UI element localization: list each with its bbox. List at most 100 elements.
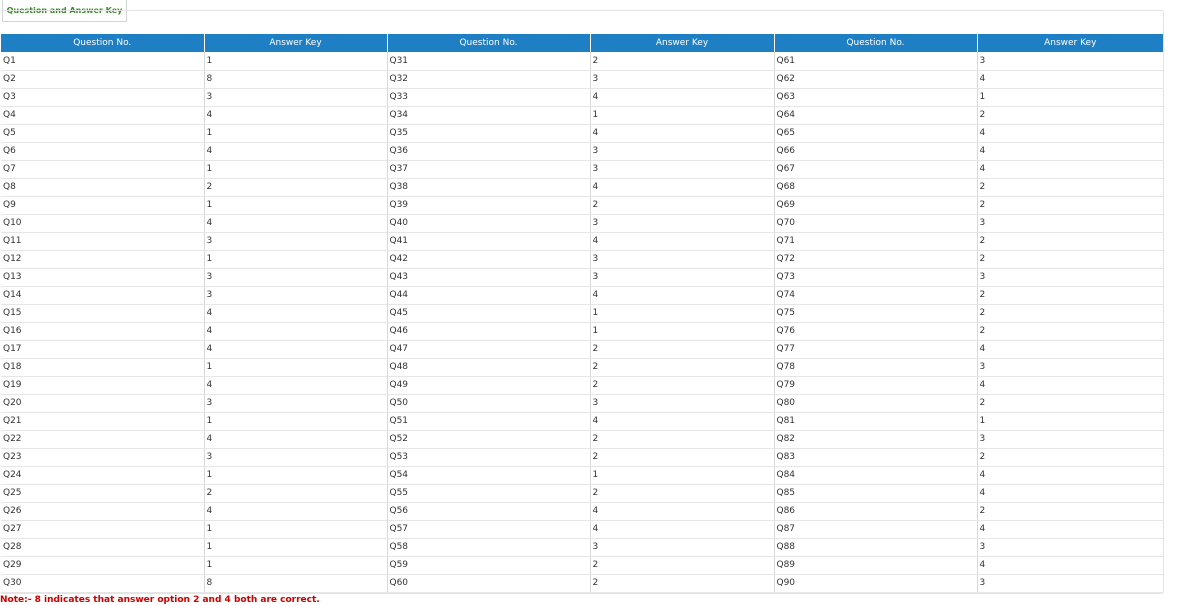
table-row: Q11 3 Q41 4 Q71 2 [1, 232, 1163, 251]
answer-key-cell: 1 [204, 52, 388, 71]
question-no-cell: Q45 [387, 304, 591, 323]
answer-key-cell: 4 [204, 304, 388, 323]
answer-key-cell: 1 [204, 160, 388, 179]
answer-key-cell: 4 [977, 70, 1163, 89]
answer-key-cell: 2 [590, 556, 775, 575]
answer-key-cell: 3 [204, 448, 388, 467]
question-no-cell: Q72 [774, 250, 978, 269]
answer-key-cell: 4 [204, 214, 388, 233]
answer-key-cell: 4 [977, 160, 1163, 179]
question-no-cell: Q4 [1, 106, 205, 125]
question-no-cell: Q77 [774, 340, 978, 359]
table-row: Q6 4 Q36 3 Q66 4 [1, 142, 1163, 161]
answer-key-cell: 4 [590, 232, 775, 251]
answer-key-cell: 4 [204, 430, 388, 449]
table-row: Q10 4 Q40 3 Q70 3 [1, 214, 1163, 233]
answer-key-cell: 3 [590, 160, 775, 179]
question-no-cell: Q54 [387, 466, 591, 485]
answer-key-cell: 4 [977, 466, 1163, 485]
question-no-cell: Q43 [387, 268, 591, 287]
answer-key-cell: 4 [204, 106, 388, 125]
question-no-cell: Q23 [1, 448, 205, 467]
table-row: Q1 1 Q31 2 Q61 3 [1, 52, 1163, 71]
answer-key-cell: 1 [204, 196, 388, 215]
table-row: Q3 3 Q33 4 Q63 1 [1, 88, 1163, 107]
answer-key-cell: 3 [590, 538, 775, 557]
answer-key-cell: 8 [204, 70, 388, 89]
table-row: Q26 4 Q56 4 Q86 2 [1, 502, 1163, 521]
question-no-cell: Q40 [387, 214, 591, 233]
answer-key-cell: 4 [590, 178, 775, 197]
answer-key-cell: 3 [204, 394, 388, 413]
answer-key-cell: 4 [204, 376, 388, 395]
table-row: Q15 4 Q45 1 Q75 2 [1, 304, 1163, 323]
answer-key-cell: 2 [977, 394, 1163, 413]
question-no-cell: Q84 [774, 466, 978, 485]
answer-key-cell: 2 [590, 448, 775, 467]
answer-key-cell: 1 [204, 412, 388, 431]
answer-key-cell: 3 [590, 70, 775, 89]
question-no-cell: Q53 [387, 448, 591, 467]
answer-key-cell: 1 [590, 466, 775, 485]
question-no-cell: Q86 [774, 502, 978, 521]
answer-key-cell: 3 [977, 268, 1163, 287]
table-header-row: Question No. Answer Key Question No. Ans… [1, 34, 1163, 52]
question-no-cell: Q56 [387, 502, 591, 521]
question-no-cell: Q39 [387, 196, 591, 215]
answer-key-cell: 2 [977, 322, 1163, 341]
table-row: Q16 4 Q46 1 Q76 2 [1, 322, 1163, 341]
question-no-cell: Q88 [774, 538, 978, 557]
question-no-cell: Q63 [774, 88, 978, 107]
answer-key-cell: 4 [977, 376, 1163, 395]
answer-key-cell: 2 [204, 178, 388, 197]
answer-key-cell: 4 [977, 124, 1163, 143]
answer-key-cell: 3 [590, 394, 775, 413]
question-no-cell: Q60 [387, 574, 591, 593]
answer-key-cell: 1 [204, 358, 388, 377]
answer-key-cell: 4 [590, 520, 775, 539]
question-no-cell: Q57 [387, 520, 591, 539]
table-row: Q24 1 Q54 1 Q84 4 [1, 466, 1163, 485]
answer-key-cell: 2 [977, 502, 1163, 521]
question-no-cell: Q41 [387, 232, 591, 251]
answer-key-cell: 2 [977, 106, 1163, 125]
question-no-cell: Q1 [1, 52, 205, 71]
answer-key-cell: 1 [590, 304, 775, 323]
question-no-cell: Q90 [774, 574, 978, 593]
answer-key-cell: 4 [590, 88, 775, 107]
question-no-cell: Q61 [774, 52, 978, 71]
table-row: Q8 2 Q38 4 Q68 2 [1, 178, 1163, 197]
note-text: Note:- 8 indicates that answer option 2 … [0, 595, 320, 605]
answer-key-cell: 3 [977, 214, 1163, 233]
question-no-cell: Q87 [774, 520, 978, 539]
answer-key-cell: 2 [977, 304, 1163, 323]
answer-key-cell: 1 [590, 106, 775, 125]
answer-key-cell: 2 [977, 448, 1163, 467]
table-row: Q28 1 Q58 3 Q88 3 [1, 538, 1163, 557]
table-row: Q30 8 Q60 2 Q90 3 [1, 574, 1163, 593]
question-no-cell: Q18 [1, 358, 205, 377]
question-no-cell: Q59 [387, 556, 591, 575]
answer-key-cell: 1 [204, 520, 388, 539]
question-no-cell: Q51 [387, 412, 591, 431]
question-no-cell: Q82 [774, 430, 978, 449]
table-row: Q23 3 Q53 2 Q83 2 [1, 448, 1163, 467]
question-no-cell: Q73 [774, 268, 978, 287]
question-no-cell: Q36 [387, 142, 591, 161]
answer-key-cell: 1 [204, 466, 388, 485]
question-no-cell: Q78 [774, 358, 978, 377]
table-row: Q4 4 Q34 1 Q64 2 [1, 106, 1163, 125]
answer-key-cell: 1 [204, 124, 388, 143]
answer-key-cell: 3 [977, 52, 1163, 71]
answer-key-cell: 2 [204, 484, 388, 503]
answer-key-cell: 1 [977, 88, 1163, 107]
question-no-cell: Q32 [387, 70, 591, 89]
answer-key-cell: 8 [204, 574, 388, 593]
question-no-cell: Q7 [1, 160, 205, 179]
question-no-cell: Q10 [1, 214, 205, 233]
question-no-cell: Q5 [1, 124, 205, 143]
question-no-cell: Q9 [1, 196, 205, 215]
answer-key-cell: 3 [204, 286, 388, 305]
table-row: Q7 1 Q37 3 Q67 4 [1, 160, 1163, 179]
question-no-cell: Q83 [774, 448, 978, 467]
